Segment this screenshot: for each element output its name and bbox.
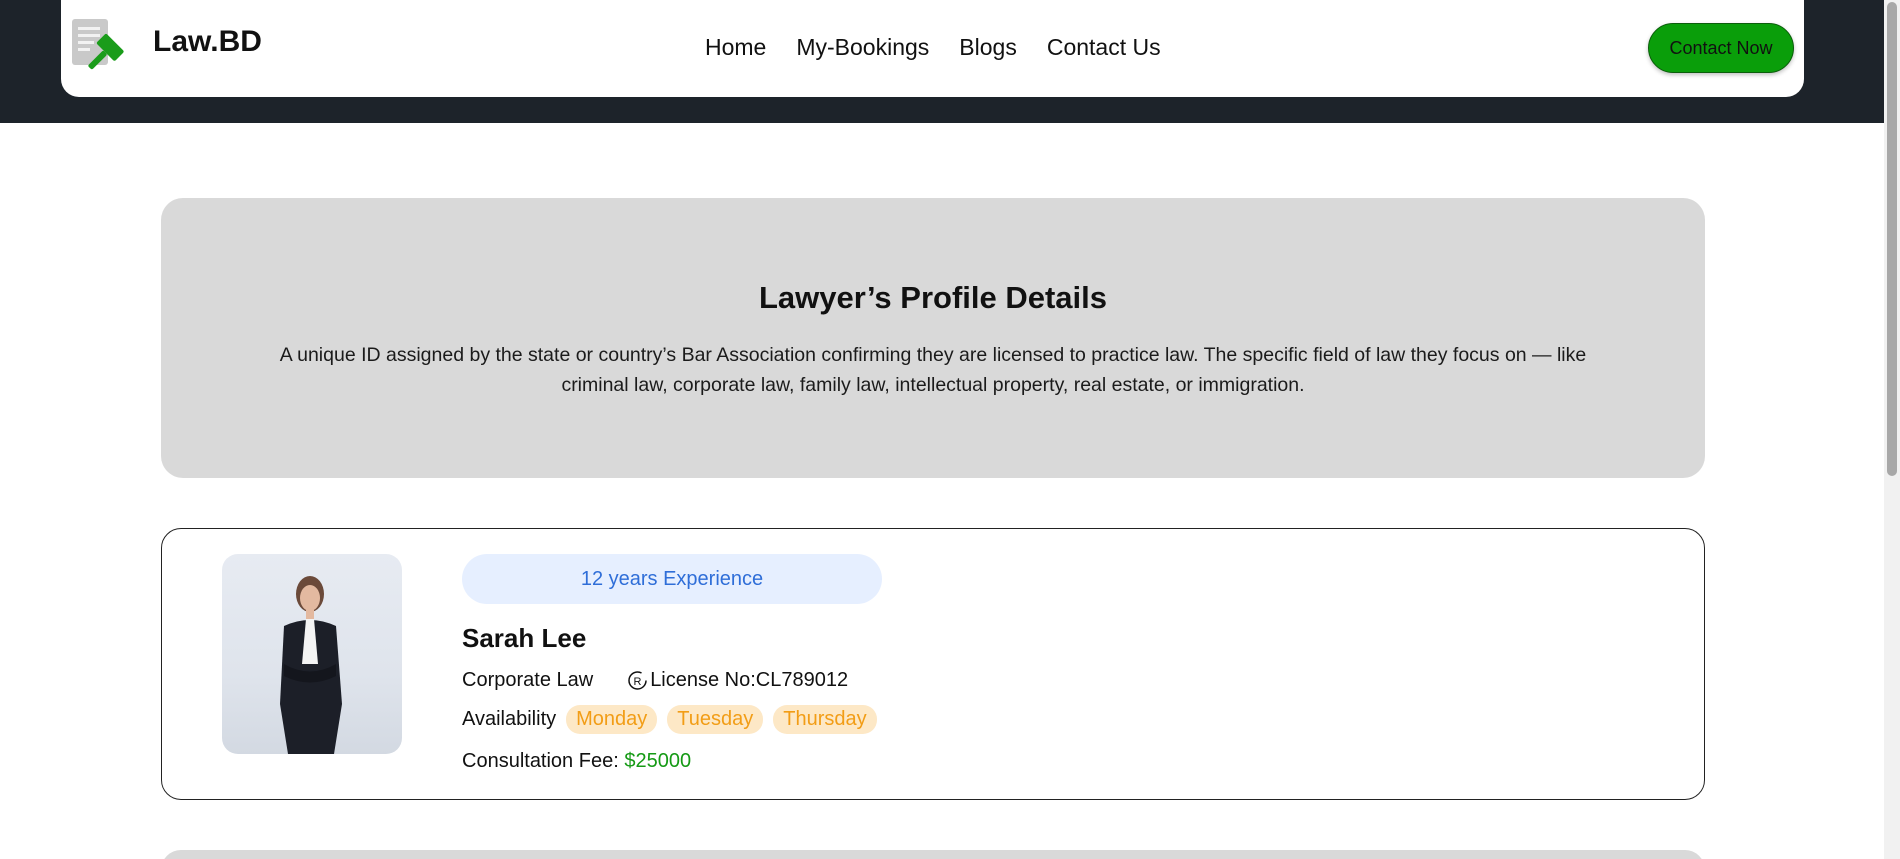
consultation-fee-row: Consultation Fee: $25000 — [462, 750, 691, 773]
lawyer-name: Sarah Lee — [462, 623, 587, 653]
brand-name[interactable]: Law.BD — [153, 25, 262, 59]
registered-badge-icon: R — [627, 670, 648, 691]
banner-description: A unique ID assigned by the state or cou… — [279, 344, 1587, 396]
nav-my-bookings[interactable]: My-Bookings — [796, 34, 929, 61]
law-gavel-document-icon[interactable] — [70, 17, 132, 79]
practice-area: Corporate Law — [462, 669, 594, 691]
navbar: Law.BD Home My-Bookings Blogs Contact Us… — [61, 0, 1804, 97]
availability-label: Availability — [462, 708, 557, 730]
practice-license-row: Corporate Law R License No:CL789012 — [462, 669, 848, 692]
experience-badge: 12 years Experience — [462, 554, 882, 604]
profile-banner: Lawyer’s Profile Details A unique ID ass… — [161, 198, 1705, 478]
license-info: R License No:CL789012 — [627, 669, 848, 692]
day-badge-thursday: Thursday — [773, 705, 877, 734]
lawyer-photo — [222, 554, 402, 754]
day-badge-tuesday: Tuesday — [667, 705, 764, 734]
contact-now-button[interactable]: Contact Now — [1648, 23, 1794, 73]
fee-label: Consultation Fee: — [462, 750, 619, 772]
nav-contact-us[interactable]: Contact Us — [1047, 34, 1161, 61]
next-section-card — [161, 850, 1705, 859]
nav-blogs[interactable]: Blogs — [959, 34, 1017, 61]
license-number: License No:CL789012 — [650, 669, 849, 691]
fee-value: $25000 — [624, 750, 692, 772]
page-title: Lawyer’s Profile Details — [758, 280, 1108, 315]
svg-text:R: R — [634, 676, 642, 688]
lawyer-profile-card: 12 years Experience Sarah Lee Corporate … — [161, 528, 1705, 800]
nav-home[interactable]: Home — [705, 34, 766, 61]
main-nav: Home My-Bookings Blogs Contact Us — [705, 34, 1161, 61]
availability-row: Availability Monday Tuesday Thursday — [462, 705, 877, 734]
scrollbar-thumb[interactable] — [1887, 2, 1897, 476]
day-badge-monday: Monday — [566, 705, 658, 734]
